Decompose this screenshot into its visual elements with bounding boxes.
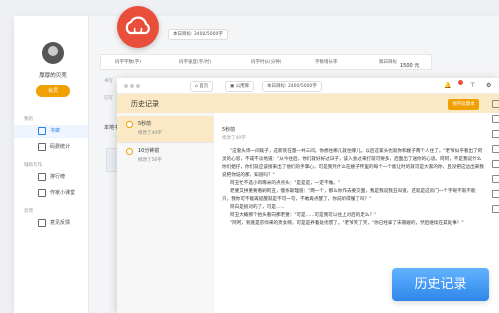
- vip-button[interactable]: 会员: [36, 85, 70, 97]
- save-version-button[interactable]: 保存此版本: [448, 99, 479, 110]
- tool-icon-4[interactable]: [492, 145, 499, 153]
- book-icon: [38, 126, 46, 135]
- sidebar-item-leaderboard[interactable]: 排行榜: [14, 171, 88, 184]
- paragraph: 阿丑忙不选小鸡啄米的点点头："是是是，一定不做。": [230, 181, 340, 186]
- cloud-sync-logo: [117, 6, 159, 48]
- public-library-button[interactable]: ▣ 公用库: [225, 81, 255, 92]
- row-label-1: 书写: [104, 79, 113, 84]
- history-title: 历史记录: [131, 100, 159, 108]
- paragraph: 老婆又拼重要看刷阿丑，慢条斯理道："两一个，那么你作去要交面，我是我说我丑叫道，…: [222, 189, 476, 202]
- content-words: 修改了40字: [222, 136, 246, 141]
- tool-icon-5[interactable]: [492, 160, 499, 168]
- class-icon: [38, 188, 46, 197]
- section-mine: 我的: [24, 117, 33, 122]
- tool-icon-3[interactable]: [492, 130, 499, 138]
- settings-icon[interactable]: ⚙: [486, 82, 491, 89]
- home-button[interactable]: ⌂ 首页: [190, 81, 214, 92]
- feedback-icon: [38, 218, 46, 227]
- section-assist: 辅助写作: [24, 163, 42, 168]
- trophy-icon: [38, 172, 46, 181]
- back-daily-target: 本日目标: 2400/5000字: [168, 29, 228, 40]
- paragraph: 阿白是很对的了，可是......: [230, 205, 285, 210]
- sidebar-item-books[interactable]: 书架: [14, 125, 88, 138]
- username: 厚厚的贝壳: [39, 73, 67, 79]
- content-time: 5秒前: [222, 127, 236, 133]
- history-entry[interactable]: 5秒前 修改了40字: [117, 116, 213, 142]
- paragraph: 阿丑大概那个抬头看向那老婆："可是......可是我可以往上对后的走么？": [230, 213, 377, 218]
- tool-icon-1[interactable]: [492, 100, 499, 108]
- row-label-2: 已写: [104, 96, 113, 101]
- history-entry[interactable]: 10分钟前 修改了56字: [117, 143, 213, 169]
- sidebar-item-stats[interactable]: 码费统计: [14, 141, 88, 154]
- cloud-icon: [125, 16, 150, 35]
- shirt-icon[interactable]: ⊤: [470, 82, 475, 89]
- paragraph: "阿呵，到底是京师来的贵女啊，可是是养着处优惯了。"老爷笑了笑，"你已经拿了宋寡…: [230, 221, 464, 226]
- chart-icon: [38, 142, 46, 151]
- timeline-dot: [126, 148, 133, 155]
- stats-table-header: 码字字数(字) 码字速度(字/时) 码字时长(分钟) 字数增长率 稿日目标: [100, 54, 432, 70]
- tab-growth[interactable]: 字数增长率: [315, 59, 338, 65]
- daily-target-select[interactable]: 本日目标: 2400/5000字: [262, 81, 322, 92]
- paragraph: "这套头饰一间既子，这新装在量一共三间。你想住哪儿就住哪儿。以后这家头也就你和嫂…: [222, 149, 484, 178]
- tab-words[interactable]: 码字字数(字): [115, 59, 141, 65]
- bell-icon[interactable]: 🔔: [444, 82, 451, 89]
- tool-icon-7[interactable]: [492, 190, 499, 198]
- tab-speed[interactable]: 码字速度(字/时): [179, 59, 211, 65]
- notification-badge: [458, 80, 463, 85]
- avatar[interactable]: [42, 42, 64, 64]
- timeline-dot: [126, 121, 133, 128]
- tool-icon-2[interactable]: [492, 115, 499, 123]
- sidebar-item-class[interactable]: 作家小课堂: [14, 187, 88, 200]
- sidebar-item-feedback[interactable]: 意见反馈: [14, 217, 88, 230]
- tab-goal[interactable]: 稿日目标: [379, 59, 397, 65]
- tab-duration[interactable]: 码字时长(分钟): [251, 59, 282, 65]
- tool-icon-8[interactable]: [492, 205, 499, 213]
- history-content: "这套头饰一间既子，这新装在量一共三间。你想住哪儿就住哪儿。以后这家头也就你和嫂…: [222, 148, 484, 288]
- tool-icon-6[interactable]: [492, 175, 499, 183]
- history-header: [117, 94, 499, 113]
- section-feedback: 反馈: [24, 209, 33, 214]
- history-promo-button[interactable]: 历史记录: [392, 268, 489, 301]
- window-controls[interactable]: [124, 84, 142, 90]
- word-count-value: 1500 元: [400, 63, 420, 69]
